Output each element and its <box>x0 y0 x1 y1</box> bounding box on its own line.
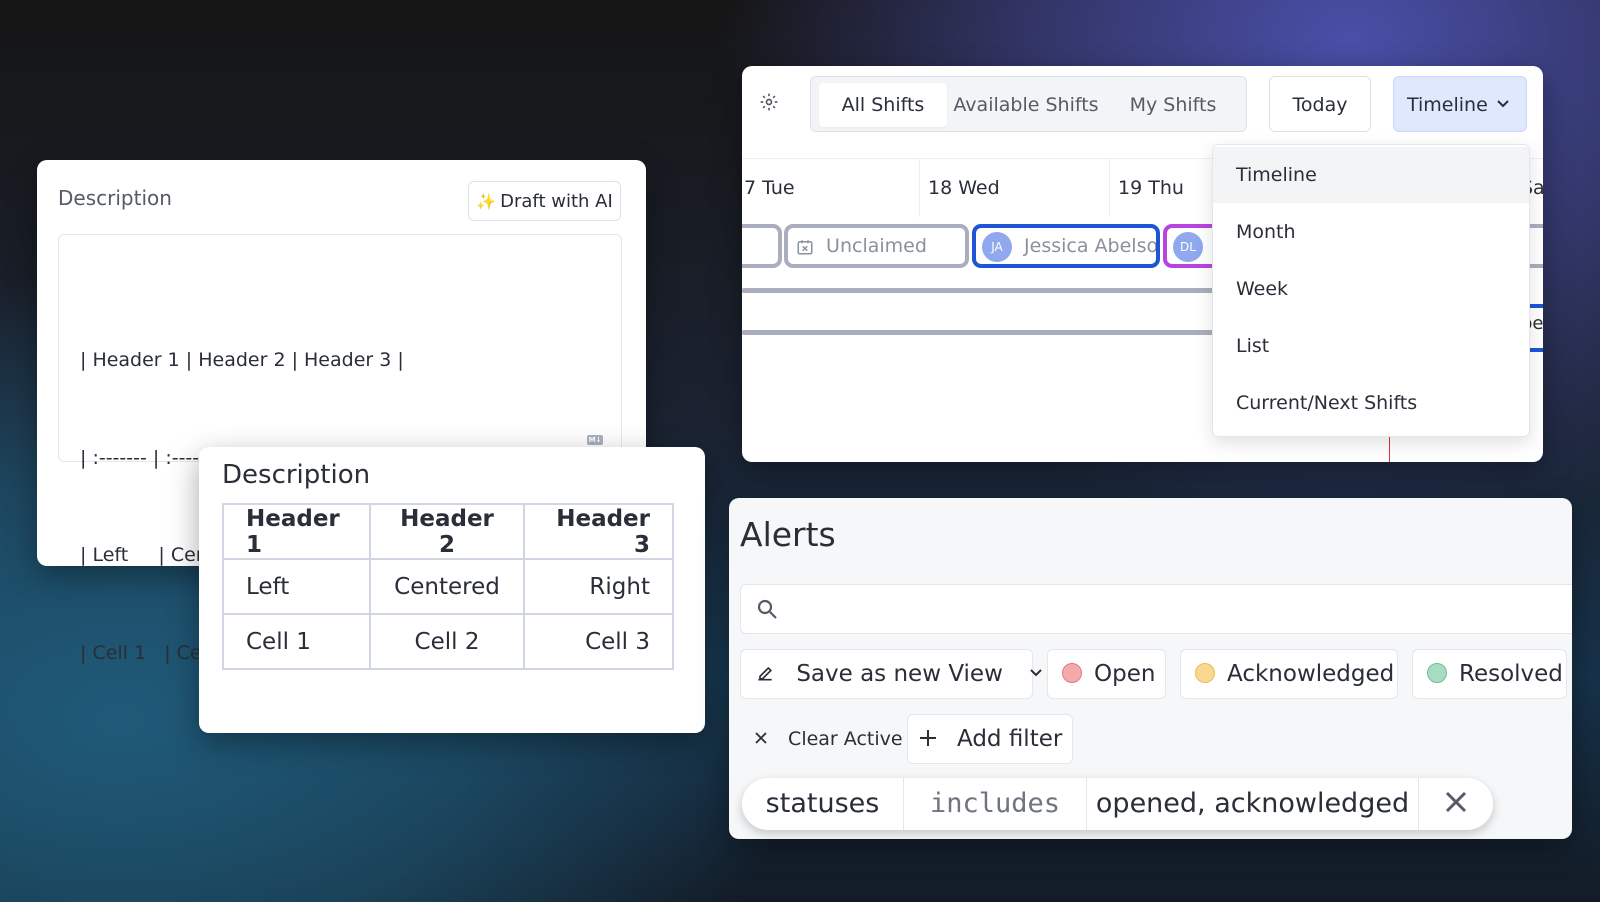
rendered-table-card: Description Header 1 Header 2 Header 3 L… <box>199 447 705 733</box>
table-row: Left Centered Right <box>222 558 674 615</box>
filter-value[interactable]: opened, acknowledged <box>1087 778 1419 830</box>
acknowledged-status-dot-icon <box>1195 662 1215 683</box>
table-cell: Left <box>222 558 371 615</box>
markdown-table: Header 1 Header 2 Header 3 Left Centered… <box>222 503 674 670</box>
table-cell: Centered <box>369 558 525 615</box>
status-label: Open <box>1094 661 1156 687</box>
filter-field[interactable]: statuses <box>742 778 904 830</box>
save-as-new-view-button[interactable]: Save as new View <box>740 649 1042 699</box>
tab-available-shifts[interactable]: Available Shifts <box>951 83 1101 127</box>
avatar: JA <box>982 231 1012 262</box>
description-heading: Description <box>222 460 371 490</box>
status-label: Acknowledged <box>1227 661 1395 687</box>
pencil-icon <box>755 661 796 687</box>
current-time-indicator <box>1389 434 1390 462</box>
active-filter-chip: statuses includes opened, acknowledged <box>742 778 1493 830</box>
dropdown-item-month[interactable]: Month <box>1213 204 1529 260</box>
gear-icon[interactable] <box>759 92 779 112</box>
shift-chip[interactable] <box>742 224 782 268</box>
add-filter-button[interactable]: Add filter <box>907 714 1073 764</box>
timeline-row-divider <box>742 330 1242 335</box>
open-status-dot-icon <box>1062 662 1082 683</box>
add-filter-label: Add filter <box>956 726 1063 752</box>
table-cell: Cell 3 <box>523 613 674 670</box>
dropdown-item-current-next-shifts[interactable]: Current/Next Shifts <box>1213 375 1529 431</box>
tab-all-shifts[interactable]: All Shifts <box>819 83 947 127</box>
save-as-new-view-label: Save as new View <box>796 661 1003 687</box>
table-header-cell: Header 2 <box>369 503 525 560</box>
table-cell: Cell 2 <box>369 613 525 670</box>
close-icon <box>754 728 788 750</box>
close-icon <box>1444 788 1468 819</box>
tab-my-shifts[interactable]: My Shifts <box>1107 83 1239 127</box>
dropdown-item-timeline[interactable]: Timeline <box>1213 147 1529 203</box>
avatar: DL <box>1173 231 1203 262</box>
day-header: 7 Tue <box>744 177 795 199</box>
alerts-title: Alerts <box>740 515 836 554</box>
unclaimed-label: Unclaimed <box>826 235 927 257</box>
alerts-search-input[interactable] <box>740 584 1572 634</box>
status-label: Resolved <box>1459 661 1563 687</box>
resolved-status-dot-icon <box>1427 662 1447 683</box>
alerts-card: Alerts Save as new View Open Acknowledge… <box>729 498 1572 839</box>
view-dropdown-menu: Timeline Month Week List Current/Next Sh… <box>1212 144 1530 437</box>
today-button[interactable]: Today <box>1269 76 1371 132</box>
status-filter-resolved[interactable]: Resolved <box>1412 649 1567 699</box>
draft-with-ai-label: Draft with AI <box>500 190 613 212</box>
shift-assignee-name: Jessica Abelson <box>1024 235 1160 257</box>
view-select-button[interactable]: Timeline <box>1393 76 1527 132</box>
clear-active-label: Clear Active <box>788 728 903 750</box>
status-filter-acknowledged[interactable]: Acknowledged <box>1180 649 1398 699</box>
calendar-x-icon <box>796 235 826 257</box>
filter-operator[interactable]: includes <box>904 778 1087 830</box>
table-header-row: Header 1 Header 2 Header 3 <box>222 503 674 560</box>
markdown-icon: M↓ <box>587 435 603 445</box>
clear-active-button[interactable]: Clear Active <box>754 717 903 761</box>
dropdown-item-list[interactable]: List <box>1213 318 1529 374</box>
day-header: 18 Wed <box>919 159 1109 217</box>
plus-icon <box>918 726 957 752</box>
unclaimed-shift-chip[interactable]: Unclaimed <box>784 224 969 268</box>
markdown-line: | Header 1 | Header 2 | Header 3 | <box>80 349 404 371</box>
table-cell: Cell 1 <box>222 613 371 670</box>
table-row: Cell 1 Cell 2 Cell 3 <box>222 613 674 670</box>
table-header-cell: Header 1 <box>222 503 371 560</box>
remove-filter-button[interactable] <box>1419 778 1493 830</box>
jessica-shift-chip[interactable]: JA Jessica Abelson <box>972 224 1160 268</box>
shift-filter-tabs: All Shifts Available Shifts My Shifts <box>810 76 1247 132</box>
chevron-down-icon <box>1010 661 1044 687</box>
status-filter-open[interactable]: Open <box>1047 649 1166 699</box>
search-icon <box>755 597 779 627</box>
table-cell: Right <box>523 558 674 615</box>
draft-with-ai-button[interactable]: ✨ Draft with AI <box>468 181 621 221</box>
markdown-textarea[interactable]: | Header 1 | Header 2 | Header 3 | | :--… <box>58 234 622 664</box>
view-select-label: Timeline <box>1407 94 1488 116</box>
description-label: Description <box>58 186 172 210</box>
timeline-row-divider <box>742 288 1242 293</box>
dropdown-item-week[interactable]: Week <box>1213 261 1529 317</box>
table-header-cell: Header 3 <box>523 503 674 560</box>
shifts-calendar-card: All Shifts Available Shifts My Shifts To… <box>742 66 1543 462</box>
sparkle-icon: ✨ <box>476 191 497 211</box>
